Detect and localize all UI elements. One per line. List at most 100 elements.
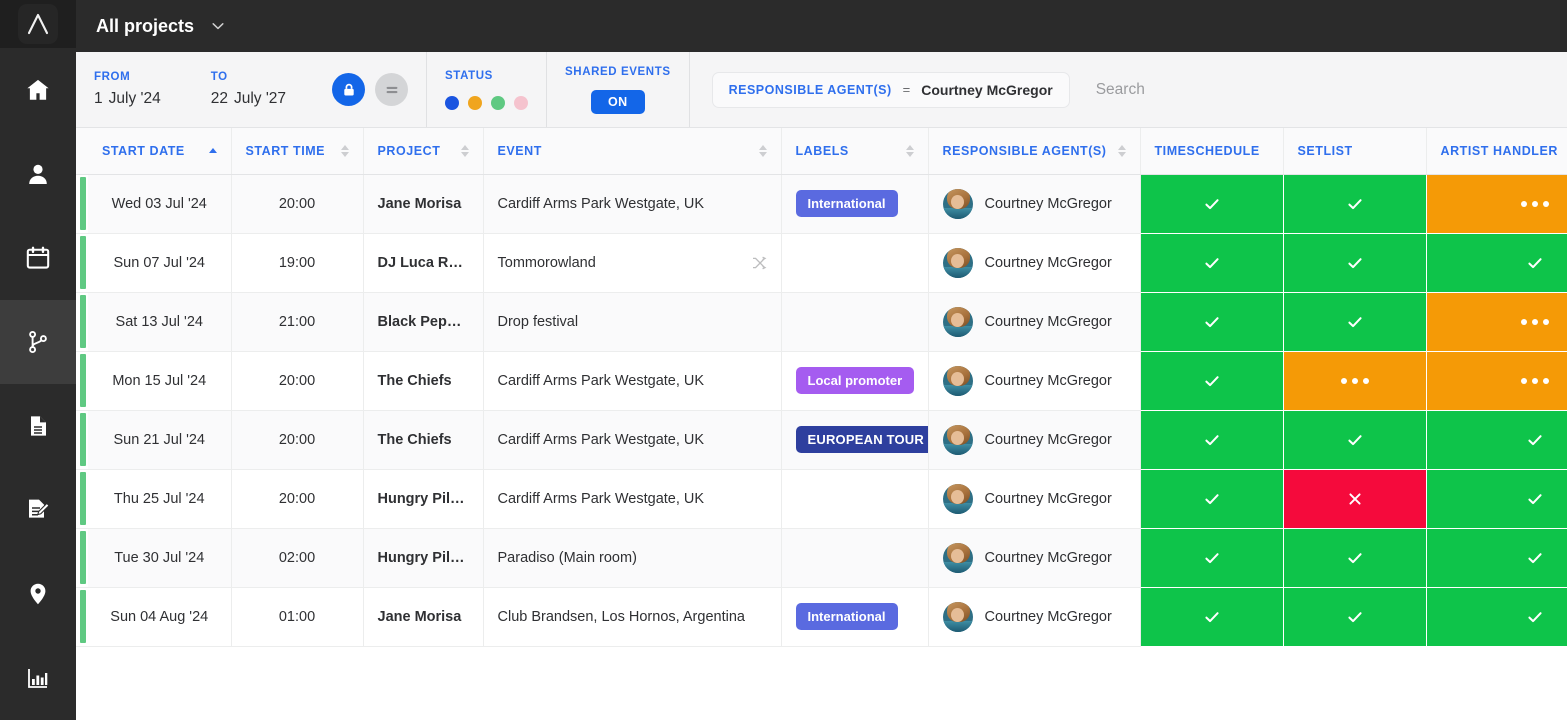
label-badge[interactable]: EUROPEAN TOUR [796,426,929,453]
cell-timeschedule-status[interactable] [1140,587,1283,646]
cell-labels[interactable] [781,528,928,587]
cell-responsible-agent[interactable]: Courtney McGregor [928,469,1140,528]
sidebar-item-documents[interactable] [0,384,76,468]
status-dot-blue[interactable] [445,96,459,110]
project-selector[interactable]: All projects [90,12,232,41]
cell-labels[interactable]: International [781,587,928,646]
cell-setlist-status[interactable] [1283,410,1426,469]
column-header-labels[interactable]: LABELS [781,128,928,174]
status-dot-pink[interactable] [514,96,528,110]
cell-responsible-agent[interactable]: Courtney McGregor [928,174,1140,233]
cell-setlist-status[interactable] [1283,351,1426,410]
cell-artist-handler-status[interactable] [1426,351,1567,410]
cell-timeschedule-status[interactable] [1140,528,1283,587]
cell-timeschedule-status[interactable] [1140,292,1283,351]
status-dot-green[interactable] [491,96,505,110]
cell-setlist-status[interactable] [1283,292,1426,351]
cell-responsible-agent[interactable]: Courtney McGregor [928,292,1140,351]
cell-responsible-agent[interactable]: Courtney McGregor [928,587,1140,646]
cell-labels[interactable]: International [781,174,928,233]
cell-responsible-agent[interactable]: Courtney McGregor [928,410,1140,469]
shuffle-icon[interactable] [751,255,767,271]
cell-artist-handler-status[interactable] [1426,292,1567,351]
cell-responsible-agent[interactable]: Courtney McGregor [928,351,1140,410]
sidebar-item-routing[interactable] [0,300,76,384]
sidebar-item-reports[interactable] [0,636,76,720]
cell-artist-handler-status[interactable] [1426,233,1567,292]
sidebar-item-home[interactable] [0,48,76,132]
cell-project[interactable]: The Chiefs [363,410,483,469]
cell-timeschedule-status[interactable] [1140,469,1283,528]
cell-timeschedule-status[interactable] [1140,351,1283,410]
cell-labels[interactable] [781,233,928,292]
table-row[interactable]: Sat 13 Jul '2421:00Black PeppersDrop fes… [76,292,1567,351]
menu-button[interactable] [375,73,408,106]
label-badge[interactable]: Local promoter [796,367,915,394]
cell-timeschedule-status[interactable] [1140,174,1283,233]
responsible-agent-filter-chip[interactable]: RESPONSIBLE AGENT(S) = Courtney McGregor [712,72,1070,108]
cell-artist-handler-status[interactable] [1426,410,1567,469]
search-input[interactable] [1096,81,1396,99]
label-badge[interactable]: International [796,603,898,630]
cell-event[interactable]: Tommorowland [483,233,781,292]
cell-artist-handler-status[interactable] [1426,528,1567,587]
cell-labels[interactable]: EUROPEAN TOUR [781,410,928,469]
table-row[interactable]: Sun 04 Aug '2401:00Jane MorisaClub Brand… [76,587,1567,646]
column-header-project[interactable]: PROJECT [363,128,483,174]
column-header-event[interactable]: EVENT [483,128,781,174]
cell-setlist-status[interactable] [1283,528,1426,587]
sidebar-item-locations[interactable] [0,552,76,636]
column-header-timeschedule[interactable]: TIMESCHEDULE [1140,128,1283,174]
column-header-start-date[interactable]: START DATE [88,128,231,174]
app-logo[interactable] [0,0,76,48]
table-row[interactable]: Tue 30 Jul '2402:00Hungry PilotsParadiso… [76,528,1567,587]
cell-artist-handler-status[interactable] [1426,469,1567,528]
sidebar-item-contracts[interactable] [0,468,76,552]
cell-project[interactable]: The Chiefs [363,351,483,410]
cell-project[interactable]: Jane Morisa [363,174,483,233]
cell-project[interactable]: Black Peppers [363,292,483,351]
table-row[interactable]: Sun 21 Jul '2420:00The ChiefsCardiff Arm… [76,410,1567,469]
cell-project[interactable]: Jane Morisa [363,587,483,646]
cell-responsible-agent[interactable]: Courtney McGregor [928,233,1140,292]
cell-labels[interactable]: Local promoter [781,351,928,410]
column-header-responsible-agents[interactable]: RESPONSIBLE AGENT(S) [928,128,1140,174]
from-date-field[interactable]: FROM 1July '24 [94,71,161,108]
cell-event[interactable]: Cardiff Arms Park Westgate, UK [483,351,781,410]
column-header-setlist[interactable]: SETLIST [1283,128,1426,174]
lock-button[interactable] [332,73,365,106]
cell-event[interactable]: Paradiso (Main room) [483,528,781,587]
cell-setlist-status[interactable] [1283,174,1426,233]
cell-event[interactable]: Club Brandsen, Los Hornos, Argentina [483,587,781,646]
cell-project[interactable]: Hungry Pilots [363,528,483,587]
cell-setlist-status[interactable] [1283,233,1426,292]
cell-labels[interactable] [781,469,928,528]
to-date-field[interactable]: TO 22July '27 [211,71,286,108]
cell-event[interactable]: Cardiff Arms Park Westgate, UK [483,410,781,469]
sidebar-item-calendar[interactable] [0,216,76,300]
table-row[interactable]: Sun 07 Jul '2419:00DJ Luca RoseTommorowl… [76,233,1567,292]
cell-event[interactable]: Drop festival [483,292,781,351]
cell-event[interactable]: Cardiff Arms Park Westgate, UK [483,174,781,233]
column-header-start-time[interactable]: START TIME [231,128,363,174]
sidebar-item-contacts[interactable] [0,132,76,216]
cell-labels[interactable] [781,292,928,351]
cell-artist-handler-status[interactable] [1426,587,1567,646]
cell-event[interactable]: Cardiff Arms Park Westgate, UK [483,469,781,528]
status-dot-orange[interactable] [468,96,482,110]
label-badge[interactable]: International [796,190,898,217]
cell-timeschedule-status[interactable] [1140,233,1283,292]
cell-timeschedule-status[interactable] [1140,410,1283,469]
cell-project[interactable]: Hungry Pilots [363,469,483,528]
cell-artist-handler-status[interactable] [1426,174,1567,233]
cell-project[interactable]: DJ Luca Rose [363,233,483,292]
table-row[interactable]: Wed 03 Jul '2420:00Jane MorisaCardiff Ar… [76,174,1567,233]
table-row[interactable]: Thu 25 Jul '2420:00Hungry PilotsCardiff … [76,469,1567,528]
events-table-container[interactable]: START DATE START TIME [76,128,1567,720]
cell-setlist-status[interactable] [1283,587,1426,646]
cell-responsible-agent[interactable]: Courtney McGregor [928,528,1140,587]
cell-setlist-status[interactable] [1283,469,1426,528]
shared-events-toggle[interactable]: ON [591,90,645,114]
column-header-artist-handler[interactable]: ARTIST HANDLER [1426,128,1567,174]
table-row[interactable]: Mon 15 Jul '2420:00The ChiefsCardiff Arm… [76,351,1567,410]
